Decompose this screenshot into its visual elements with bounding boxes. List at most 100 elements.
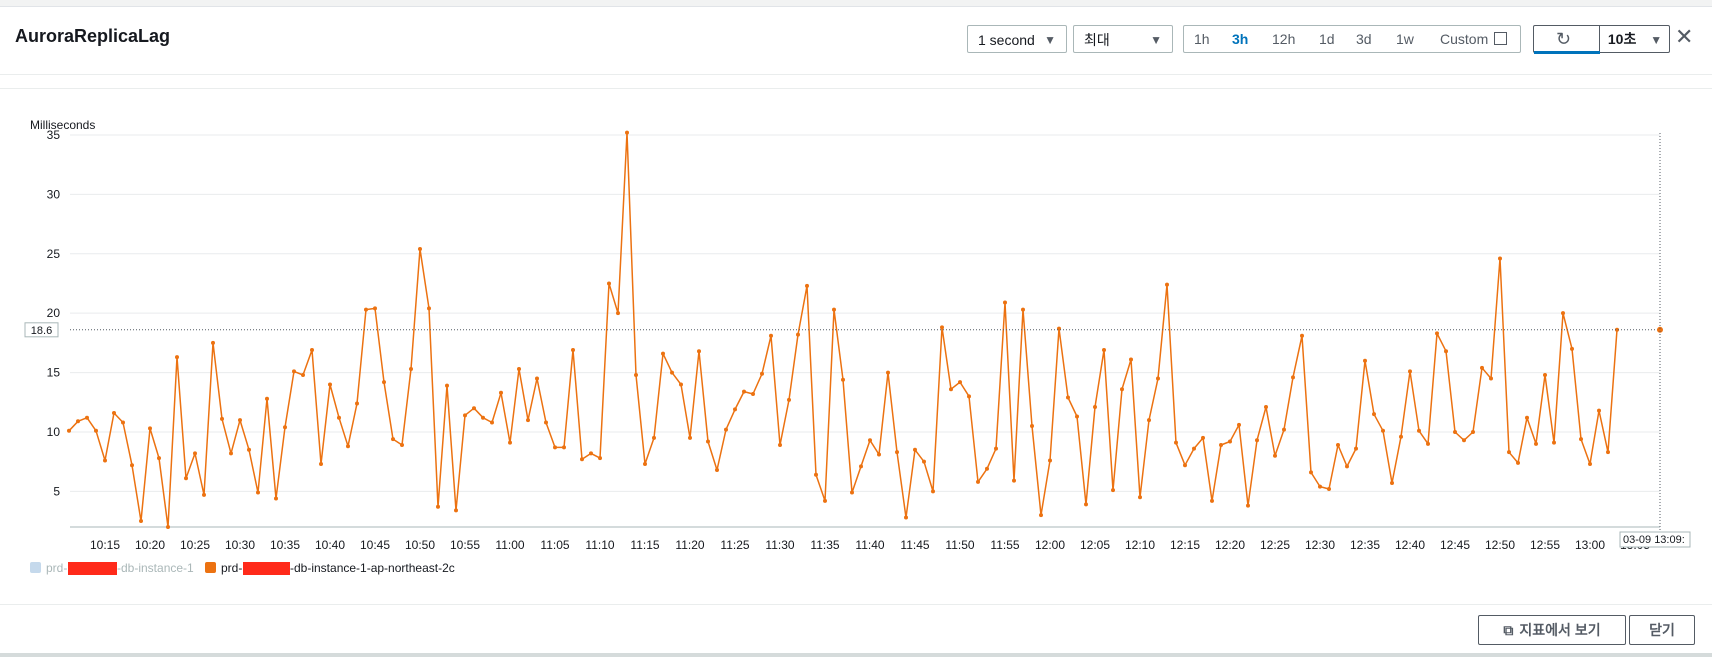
- data-point: [121, 420, 125, 425]
- data-point: [1003, 300, 1007, 305]
- data-point: [427, 306, 431, 311]
- data-point: [1408, 369, 1412, 374]
- x-tick-label: 10:25: [180, 538, 210, 552]
- data-point: [1606, 450, 1610, 455]
- line-chart: Milliseconds 5 10 15 20 25 30 35 10:15 10:20 10:25…: [24, 118, 1691, 575]
- range-12h[interactable]: 12h: [1272, 26, 1295, 52]
- data-point: [1480, 365, 1484, 370]
- range-3h[interactable]: 3h: [1232, 26, 1248, 52]
- data-point: [841, 377, 845, 382]
- data-point: [607, 281, 611, 286]
- data-point: [1516, 460, 1520, 465]
- data-point: [364, 307, 368, 312]
- data-point: [787, 397, 791, 402]
- close-button-label: 닫기: [1649, 622, 1675, 638]
- data-point: [193, 451, 197, 456]
- legend-swatch: [205, 562, 216, 573]
- data-point: [1372, 412, 1376, 417]
- x-tick-label: 10:35: [270, 538, 300, 552]
- data-point: [211, 340, 215, 345]
- range-1d[interactable]: 1d: [1319, 26, 1335, 52]
- x-tick-label: 11:30: [765, 538, 794, 552]
- close-button[interactable]: 닫기: [1629, 615, 1695, 645]
- y-tick-label: 30: [47, 187, 61, 201]
- data-point: [553, 445, 557, 450]
- range-1w[interactable]: 1w: [1396, 26, 1414, 52]
- data-point: [1579, 437, 1583, 442]
- data-point: [1066, 395, 1070, 400]
- x-tick-label: 11:05: [540, 538, 569, 552]
- data-point: [922, 459, 926, 464]
- header-divider: [0, 88, 1712, 89]
- data-point: [1120, 387, 1124, 392]
- data-point: [994, 446, 998, 451]
- data-point: [1543, 372, 1547, 377]
- x-tick-label: 13:00: [1575, 538, 1605, 552]
- legend-swatch: [30, 562, 41, 573]
- x-tick-label: 12:00: [1035, 538, 1065, 552]
- caret-down-icon: ▼: [1150, 33, 1162, 47]
- range-custom[interactable]: Custom: [1440, 26, 1508, 52]
- data-point: [1327, 486, 1331, 491]
- time-range-selector: 1h 3h 12h 1d 3d 1w Custom: [1183, 25, 1521, 53]
- data-point: [1048, 458, 1052, 463]
- period-select[interactable]: 1 second ▼: [967, 25, 1067, 53]
- data-point: [1201, 435, 1205, 440]
- y-tick-label: 5: [53, 484, 60, 498]
- x-tick-label: 10:15: [90, 538, 120, 552]
- data-point: [499, 390, 503, 395]
- data-point: [697, 349, 701, 354]
- data-point: [1588, 462, 1592, 467]
- data-point: [1165, 282, 1169, 287]
- data-point: [742, 389, 746, 394]
- x-tick-label: 10:55: [450, 538, 480, 552]
- data-point: [490, 420, 494, 425]
- data-point: [949, 387, 953, 392]
- data-point: [1210, 498, 1214, 503]
- data-point: [337, 415, 341, 420]
- data-point: [526, 418, 530, 423]
- data-point: [1102, 348, 1106, 353]
- data-point: [1084, 502, 1088, 507]
- data-point: [589, 451, 593, 456]
- x-tick-label: 10:30: [225, 538, 255, 552]
- data-point: [454, 508, 458, 513]
- data-point: [1039, 513, 1043, 518]
- statistic-select[interactable]: 최대 ▼: [1073, 25, 1173, 53]
- cursor-label: 03-09 13:09:: [1623, 534, 1685, 546]
- data-point: [679, 382, 683, 387]
- data-point: [319, 462, 323, 467]
- data-point: [1246, 503, 1250, 508]
- data-point: [157, 456, 161, 461]
- bottom-edge: [0, 653, 1712, 657]
- data-point: [886, 370, 890, 375]
- x-tick-label: 12:05: [1080, 538, 1110, 552]
- data-point: [913, 447, 917, 452]
- x-tick-label: 12:25: [1260, 538, 1290, 552]
- close-icon[interactable]: ✕: [1675, 26, 1693, 48]
- x-tick-label: 11:55: [990, 538, 1019, 552]
- view-in-metrics-button[interactable]: ⧉ 지표에서 보기: [1478, 615, 1626, 645]
- data-point: [310, 348, 314, 353]
- data-point: [238, 418, 242, 423]
- legend-label-prefix: prd-: [46, 561, 67, 575]
- data-point: [202, 492, 206, 497]
- data-point: [634, 372, 638, 377]
- refresh-interval-select[interactable]: 10초 ▼: [1600, 26, 1670, 52]
- data-point: [868, 438, 872, 443]
- data-point: [301, 372, 305, 377]
- data-point: [1255, 438, 1259, 443]
- x-tick-label: 12:15: [1170, 538, 1200, 552]
- data-point: [985, 466, 989, 471]
- x-tick-label: 12:45: [1440, 538, 1470, 552]
- range-3d[interactable]: 3d: [1356, 26, 1372, 52]
- data-point: [724, 427, 728, 432]
- data-point: [400, 443, 404, 448]
- data-point: [175, 355, 179, 360]
- data-point: [670, 370, 674, 375]
- data-point: [1156, 376, 1160, 381]
- refresh-icon[interactable]: ↻: [1556, 29, 1571, 49]
- range-1h[interactable]: 1h: [1194, 26, 1210, 52]
- calendar-icon: [1494, 32, 1508, 45]
- data-point: [1273, 453, 1277, 458]
